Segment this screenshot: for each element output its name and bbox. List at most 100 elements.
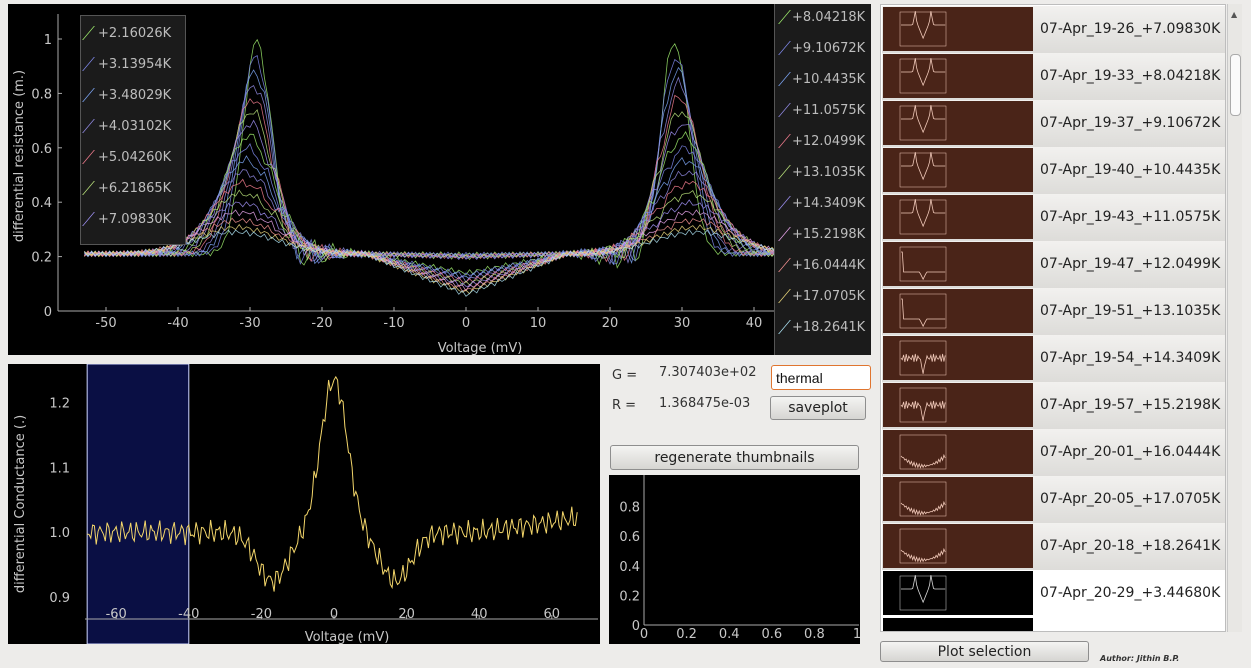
scroll-up-icon[interactable]: ▲ — [1231, 10, 1237, 19]
thumbnail-image — [883, 383, 1033, 427]
y-tick: 1.1 — [49, 461, 70, 476]
x-tick: -20 — [311, 316, 332, 331]
selection-span[interactable] — [86, 363, 190, 645]
thumbnail-image — [883, 289, 1033, 333]
author-credit: Author: Jithin B.P. — [1100, 654, 1180, 663]
x-tick: 0.2 — [676, 627, 697, 642]
file-list-item[interactable]: 07-Apr_19-33_+8.04218K — [882, 53, 1225, 101]
scrollbar-thumb[interactable] — [1230, 54, 1241, 116]
r-value: 1.368475e-03 — [659, 396, 751, 411]
file-name: 07-Apr_19-37_+9.10672K — [1040, 115, 1221, 131]
legend-label: +3.48029K — [98, 88, 172, 103]
file-list-item[interactable]: 07-Apr_19-57_+15.2198K — [882, 382, 1225, 430]
legend-label: +18.2641K — [792, 320, 866, 335]
file-name: 07-Apr_19-26_+7.09830K — [1040, 21, 1221, 37]
x-tick: 40 — [746, 316, 763, 331]
file-list-item[interactable]: 07-Apr_20-18_+18.2641K — [882, 523, 1225, 571]
thumbnail-image — [883, 7, 1033, 51]
file-name: 07-Apr_19-57_+15.2198K — [1040, 397, 1221, 413]
g-value: 7.307403e+02 — [659, 365, 757, 380]
legend-label: +6.21865K — [98, 181, 172, 196]
legend-label: +7.09830K — [98, 212, 172, 227]
x-tick: 10 — [530, 316, 547, 331]
conductance-plot[interactable]: -60 -40 -20 0 20 40 60 0.9 1.0 1.1 1.2 Voltage (mV… — [8, 363, 600, 645]
legend-label: +16.0444K — [792, 258, 866, 273]
thumbnail-image — [883, 618, 1033, 631]
x-axis-label: Voltage (mV) — [438, 341, 523, 355]
file-name: 07-Apr_19-40_+10.4435K — [1040, 162, 1221, 178]
legend-label: +4.03102K — [98, 119, 172, 134]
legend-label: +9.10672K — [792, 41, 866, 56]
file-list-item[interactable]: 07-Apr_19-40_+10.4435K — [882, 147, 1225, 195]
x-tick: -10 — [383, 316, 404, 331]
file-list-item[interactable]: 07-Apr_19-51_+13.1035K — [882, 288, 1225, 336]
legend-label: +15.2198K — [792, 227, 866, 242]
y-axis-label: differential Conductance (.) — [13, 415, 28, 593]
x-tick: 0.8 — [804, 627, 825, 642]
file-list-item-partial[interactable] — [882, 617, 1225, 631]
y-tick: 0 — [632, 619, 640, 634]
preview-plot[interactable]: 0 0.2 0.4 0.6 0.8 1 0 0.2 0.4 0.6 0.8 — [609, 475, 861, 644]
y-tick: 0.8 — [31, 87, 52, 102]
plot-selection-button[interactable]: Plot selection — [880, 641, 1089, 662]
x-tick: 1 — [853, 627, 860, 642]
thumbnail-image — [883, 336, 1033, 380]
file-name: 07-Apr_19-51_+13.1035K — [1040, 303, 1221, 319]
y-axis-label: differential resistance (m.) — [12, 70, 27, 242]
legend-label: +12.0499K — [792, 134, 866, 149]
legend-label: +11.0575K — [792, 103, 866, 118]
series-line — [84, 178, 827, 284]
file-list-item[interactable]: 07-Apr_19-43_+11.0575K — [882, 194, 1225, 242]
thumbnail-image — [883, 195, 1033, 239]
x-tick: 40 — [471, 607, 488, 622]
file-list-item[interactable]: 07-Apr_20-01_+16.0444K — [882, 429, 1225, 477]
thumbnail-image — [883, 524, 1033, 568]
preview-plot-canvas: 0 0.2 0.4 0.6 0.8 1 0 0.2 0.4 0.6 0.8 — [619, 475, 861, 642]
x-tick: 20 — [602, 316, 619, 331]
y-tick: 0.6 — [619, 530, 640, 545]
y-tick: 1.0 — [49, 526, 70, 541]
legend-label: +3.13954K — [98, 57, 172, 72]
model-input[interactable] — [771, 365, 871, 390]
file-name: 07-Apr_20-05_+17.0705K — [1040, 491, 1221, 507]
x-tick: -40 — [167, 316, 188, 331]
saveplot-button[interactable]: saveplot — [770, 396, 866, 420]
r-label: R = — [612, 398, 637, 413]
thumbnail-image — [883, 430, 1033, 474]
x-tick: -40 — [178, 607, 199, 622]
file-name: 07-Apr_20-29_+3.44680K — [1040, 585, 1221, 601]
legend-label: +17.0705K — [792, 289, 866, 304]
x-tick: 60 — [544, 607, 561, 622]
y-tick: 0.6 — [31, 142, 52, 157]
thumbnail-image — [883, 477, 1033, 521]
series-line — [84, 119, 827, 261]
thumbnail-image — [883, 54, 1033, 98]
list-scrollbar[interactable]: ▲ — [1227, 4, 1242, 632]
legend-label: +13.1035K — [792, 165, 866, 180]
y-tick: 0.4 — [619, 560, 640, 575]
file-name: 07-Apr_20-18_+18.2641K — [1040, 538, 1221, 554]
legend-label: +14.3409K — [792, 196, 866, 211]
series-line — [84, 169, 827, 283]
x-tick: 0.6 — [761, 627, 782, 642]
file-list-item[interactable]: 07-Apr_20-29_+3.44680K — [882, 570, 1225, 618]
x-tick: -50 — [95, 316, 116, 331]
legend-label: +8.04218K — [792, 10, 866, 25]
file-list[interactable]: 07-Apr_19-26_+7.09830K 07-Apr_19-33_+8.04… — [880, 4, 1226, 632]
x-tick: -20 — [251, 607, 272, 622]
regenerate-thumbnails-button[interactable]: regenerate thumbnails — [610, 445, 859, 470]
file-list-item[interactable]: 07-Apr_19-47_+12.0499K — [882, 241, 1225, 289]
x-tick: -30 — [239, 316, 260, 331]
file-list-item[interactable]: 07-Apr_19-26_+7.09830K — [882, 6, 1225, 54]
x-tick: 30 — [674, 316, 691, 331]
x-tick: 0 — [640, 627, 648, 642]
file-list-item[interactable]: 07-Apr_19-37_+9.10672K — [882, 100, 1225, 148]
thumbnail-image — [883, 101, 1033, 145]
conductance-plot-canvas: -60 -40 -20 0 20 40 60 0.9 1.0 1.1 1.2 Voltage (mV… — [13, 363, 598, 645]
y-tick: 1.2 — [49, 397, 70, 412]
file-list-item[interactable]: 07-Apr_19-54_+14.3409K — [882, 335, 1225, 383]
legend-label: +2.16026K — [98, 26, 172, 41]
file-name: 07-Apr_20-01_+16.0444K — [1040, 444, 1221, 460]
file-list-item[interactable]: 07-Apr_20-05_+17.0705K — [882, 476, 1225, 524]
x-tick: 0 — [330, 607, 338, 622]
